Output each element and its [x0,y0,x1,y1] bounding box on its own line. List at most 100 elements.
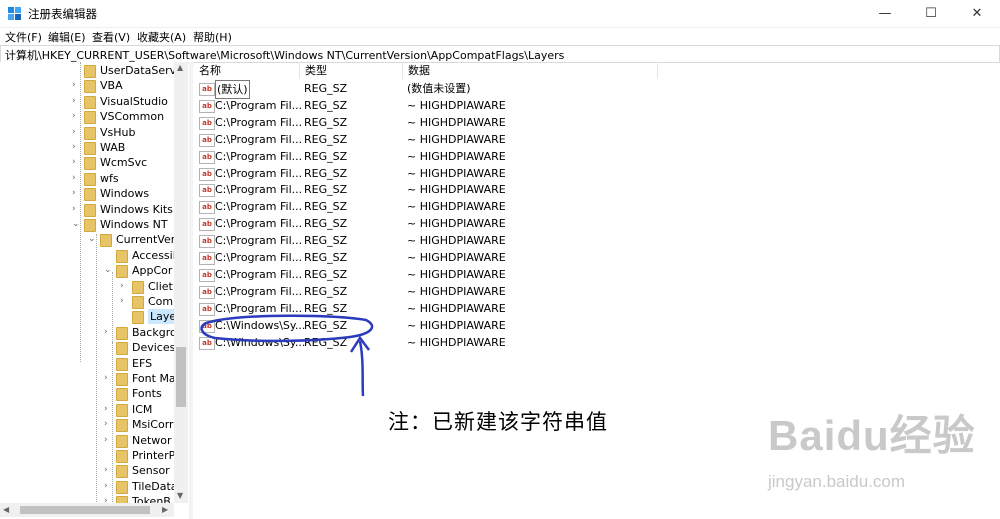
tree-item-label: Networ [132,433,172,447]
string-value-icon: ab [199,235,215,249]
expand-chevron-icon[interactable]: › [104,433,114,448]
string-value-icon: ab [199,336,215,350]
value-data: ~ HIGHDPIAWARE [407,284,506,298]
value-type: REG_SZ [304,115,348,129]
value-name: C:\Program Fil... [215,166,303,180]
expand-chevron-icon[interactable]: › [72,202,82,217]
value-row[interactable]: ab C:\Program Fil... REG_SZ ~ HIGHDPIAWARE [194,131,994,148]
string-value-icon: ab [199,116,215,130]
value-row[interactable]: ab C:\Program Fil... REG_SZ ~ HIGHDPIAWARE [194,215,994,232]
tree-item-label: Windows Kits [100,202,173,216]
folder-icon [132,311,144,325]
folder-icon [84,219,96,232]
tree-item-label: TileData [132,479,178,493]
expand-chevron-icon[interactable]: › [104,463,114,478]
value-row[interactable]: ab C:\Program Fil... REG_SZ ~ HIGHDPIAWARE [194,97,994,114]
scroll-right-icon[interactable]: ▶ [162,505,168,514]
menu-favorites[interactable]: 收藏夹(A) [137,29,186,45]
close-button[interactable]: ✕ [954,0,1000,27]
menu-edit[interactable]: 编辑(E) [48,29,86,45]
expand-chevron-icon[interactable]: › [104,402,114,417]
value-row[interactable]: ab C:\Program Fil... REG_SZ ~ HIGHDPIAWARE [194,300,994,317]
value-row[interactable]: ab C:\Program Fil... REG_SZ ~ HIGHDPIAWARE [194,198,994,215]
minimize-button[interactable]: — [862,0,908,27]
value-row[interactable]: ab C:\Windows\Sy... REG_SZ ~ HIGHDPIAWARE [194,317,994,334]
expand-chevron-icon[interactable]: › [104,494,114,503]
expand-chevron-icon[interactable]: › [72,78,82,93]
expand-chevron-icon[interactable]: ⌄ [72,217,82,232]
expand-chevron-icon[interactable]: › [72,109,82,124]
registry-tree[interactable]: UserDataServi › VBA › VisualStudio › VSCommon ›… [0,62,188,503]
expand-chevron-icon[interactable]: › [104,371,114,386]
tree-item-label: Backgro [132,325,177,339]
menu-help[interactable]: 帮助(H) [193,29,232,45]
watermark-logo: Baidu经验 [768,412,976,459]
expand-chevron-icon[interactable]: › [72,125,82,140]
value-data: ~ HIGHDPIAWARE [407,318,506,332]
value-row[interactable]: ab C:\Program Fil... REG_SZ ~ HIGHDPIAWARE [194,249,994,266]
string-value-icon: ab [199,83,215,96]
folder-icon [84,126,96,140]
expand-chevron-icon[interactable]: › [104,479,114,494]
expand-chevron-icon[interactable]: › [104,417,114,432]
value-data: ~ HIGHDPIAWARE [407,115,506,129]
tree-horizontal-thumb[interactable] [20,506,150,514]
scroll-down-icon[interactable]: ▼ [177,491,183,500]
tree-vertical-scrollbar[interactable]: ▲ ▼ [174,62,188,503]
pane-splitter[interactable] [189,62,193,519]
tree-vertical-thumb[interactable] [176,347,186,407]
tree-item-label: MsiCorr [132,418,174,432]
menu-view[interactable]: 查看(V) [92,29,130,45]
expand-chevron-icon[interactable]: › [120,294,130,309]
folder-icon [84,65,96,78]
tree-item-label: Fonts [132,387,162,401]
value-row[interactable]: ab C:\Program Fil... REG_SZ ~ HIGHDPIAWARE [194,114,994,131]
window-title: 注册表编辑器 [28,7,97,21]
tree-horizontal-scrollbar[interactable]: ◀ ▶ [0,503,174,517]
expand-chevron-icon[interactable]: › [72,140,82,155]
expand-chevron-icon[interactable]: ⌄ [88,232,98,247]
folder-icon [116,480,128,494]
menu-file[interactable]: 文件(F) [5,29,42,45]
column-type-header[interactable]: 类型 [300,62,403,79]
string-value-icon: ab [199,302,215,316]
value-row[interactable]: ab C:\Program Fil... REG_SZ ~ HIGHDPIAWARE [194,181,994,198]
value-row[interactable]: ab C:\Program Fil... REG_SZ ~ HIGHDPIAWARE [194,165,994,182]
baidu-watermark: Baidu经验 jingyan.baidu.com [768,402,976,491]
expand-chevron-icon[interactable]: › [120,279,130,294]
expand-chevron-icon[interactable]: › [104,325,114,340]
value-row[interactable]: ab C:\Program Fil... REG_SZ ~ HIGHDPIAWARE [194,283,994,300]
title-bar: 注册表编辑器 — ☐ ✕ [0,0,1000,28]
address-bar[interactable]: 计算机\HKEY_CURRENT_USER\Software\Microsoft… [0,45,1000,63]
expand-chevron-icon[interactable]: › [72,186,82,201]
value-row[interactable]: ab C:\Program Fil... REG_SZ ~ HIGHDPIAWARE [194,266,994,283]
folder-icon [100,234,112,248]
folder-icon [116,357,128,371]
string-value-icon: ab [199,268,215,282]
scroll-up-icon[interactable]: ▲ [177,63,183,72]
folder-icon [84,80,96,94]
expand-chevron-icon[interactable]: › [72,155,82,170]
value-type: REG_SZ [304,335,348,349]
value-row[interactable]: ab C:\Program Fil... REG_SZ ~ HIGHDPIAWARE [194,148,994,165]
value-name: C:\Program Fil... [215,149,303,163]
value-row[interactable]: ab C:\Program Fil... REG_SZ ~ HIGHDPIAWARE [194,232,994,249]
maximize-button[interactable]: ☐ [908,0,954,27]
expand-chevron-icon[interactable]: ⌄ [104,263,114,278]
value-name: C:\Program Fil... [215,251,303,264]
expand-chevron-icon[interactable]: › [72,94,82,109]
value-name: C:\Windows\Sy... [215,335,306,349]
column-data-header[interactable]: 数据 [403,62,658,79]
value-row[interactable]: ab (默认) REG_SZ (数值未设置) [194,80,994,99]
value-name: C:\Program Fil... [215,267,303,281]
tree-item-label: Cliet [148,279,173,293]
scroll-left-icon[interactable]: ◀ [3,505,9,514]
value-type: REG_SZ [304,149,348,163]
column-name-header[interactable]: 名称 [194,62,300,79]
value-type: REG_SZ [304,217,348,231]
value-data: ~ HIGHDPIAWARE [407,234,506,248]
value-name: C:\Program Fil... [215,284,303,298]
value-row[interactable]: ab C:\Windows\Sy... REG_SZ ~ HIGHDPIAWARE [194,334,994,351]
tree-item-label: Devices [132,341,176,355]
expand-chevron-icon[interactable]: › [72,171,82,186]
